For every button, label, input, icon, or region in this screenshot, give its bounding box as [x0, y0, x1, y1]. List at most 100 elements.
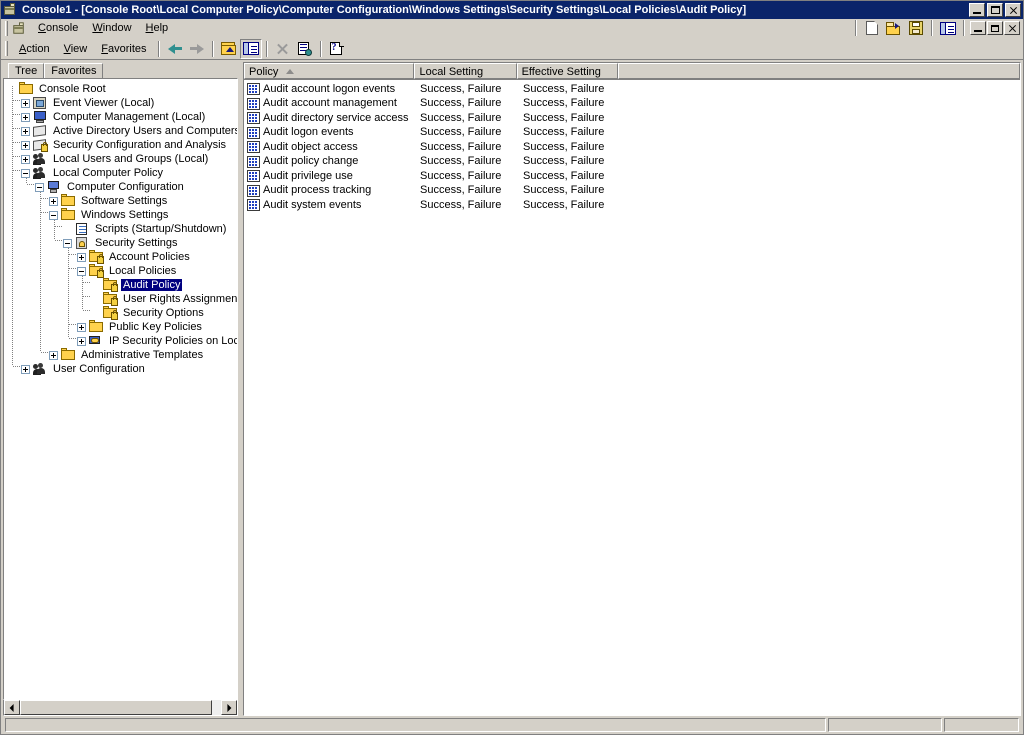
close-button[interactable] — [1005, 3, 1021, 17]
tree-pane-tabs: Tree Favorites — [3, 62, 238, 78]
collapse-minus-icon[interactable] — [63, 238, 72, 248]
tree-node[interactable]: Active Directory Users and Computers — [7, 124, 237, 138]
policy-row[interactable]: Audit privilege use Success, Failure Succe… — [244, 169, 1020, 184]
forward-icon[interactable] — [186, 39, 208, 59]
tree-node[interactable]: Software Settings — [7, 194, 237, 208]
tree-node[interactable]: Windows Settings — [7, 208, 237, 222]
properties-icon[interactable] — [294, 39, 316, 59]
tree-node-selected[interactable]: Audit Policy — [7, 278, 237, 292]
expand-plus-icon[interactable] — [21, 364, 30, 374]
tree-node[interactable]: Administrative Templates — [7, 348, 237, 362]
show-hide-tree-icon[interactable] — [239, 38, 262, 59]
tree-node[interactable]: Public Key Policies — [7, 320, 237, 334]
mdi-restore-button[interactable] — [987, 21, 1003, 35]
tree-node[interactable]: Account Policies — [7, 250, 237, 264]
tab-favorites[interactable]: Favorites — [44, 63, 104, 78]
tree-node[interactable]: Security Settings — [7, 236, 237, 250]
mmc-small-icon — [12, 21, 27, 36]
collapse-minus-icon[interactable] — [35, 182, 44, 192]
expand-plus-icon[interactable] — [77, 322, 86, 332]
column-header-effective-setting[interactable]: Effective Setting — [516, 63, 618, 79]
expand-plus-icon[interactable] — [21, 154, 30, 164]
show-hide-console-tree-icon[interactable] — [937, 18, 959, 38]
policy-row[interactable]: Audit logon events Success, Failure Succes… — [244, 126, 1020, 141]
collapse-minus-icon[interactable] — [77, 266, 86, 276]
column-header-local-setting[interactable]: Local Setting — [414, 63, 517, 79]
back-icon[interactable] — [164, 39, 186, 59]
open-console-icon[interactable] — [883, 18, 905, 38]
save-console-icon[interactable] — [905, 18, 927, 38]
scrollbar-thumb[interactable] — [20, 700, 212, 715]
expand-plus-icon[interactable] — [49, 196, 58, 206]
policy-list[interactable]: Audit account logon events Success, Failu… — [244, 80, 1020, 715]
expand-plus-icon[interactable] — [77, 252, 86, 262]
toolbar-favorites-menu[interactable]: Favorites — [94, 42, 153, 56]
split-panes: Tree Favorites Console Root Event Viewer … — [3, 62, 1021, 716]
toolbar-action-menu[interactable]: Action — [12, 42, 57, 56]
menu-window[interactable]: Window — [85, 20, 138, 36]
status-pane-secondary — [828, 718, 942, 732]
tree-node[interactable]: Local Policies — [7, 264, 237, 278]
policy-name: Audit account management — [263, 97, 397, 110]
tab-tree[interactable]: Tree — [8, 63, 45, 78]
new-console-icon[interactable] — [861, 18, 883, 38]
column-header-blank[interactable] — [617, 63, 1020, 79]
details-pane: Policy Local Setting Effective Setting Aud… — [243, 62, 1021, 716]
tree-node[interactable]: Computer Configuration — [7, 180, 237, 194]
mmc-console-window: Console1 - [Console Root\Local Computer … — [0, 0, 1024, 735]
collapse-minus-icon[interactable] — [49, 210, 58, 220]
collapse-minus-icon[interactable] — [21, 168, 30, 178]
toolbar-separator — [855, 20, 857, 36]
tree-node[interactable]: Security Options — [7, 306, 237, 320]
console-tree[interactable]: Console Root Event Viewer (Local) Computer… — [3, 78, 238, 700]
policy-name-cell: Audit privilege use — [244, 170, 416, 183]
scrollbar-track[interactable] — [20, 700, 221, 715]
mmc-console-icon — [3, 2, 19, 18]
list-column-headers: Policy Local Setting Effective Setting — [244, 63, 1020, 80]
tree-node-label: Local Users and Groups (Local) — [53, 153, 209, 165]
tree-node[interactable]: Event Viewer (Local) — [7, 96, 237, 110]
menu-right-area — [851, 18, 1023, 38]
policy-row[interactable]: Audit directory service access Success, F… — [244, 111, 1020, 126]
column-header-policy[interactable]: Policy — [244, 63, 415, 79]
tree-node[interactable]: IP Security Policies on Local Mach — [7, 334, 237, 348]
up-one-level-icon[interactable] — [218, 39, 240, 59]
tree-node[interactable]: Console Root — [7, 82, 237, 96]
tree-node[interactable]: User Configuration — [7, 362, 237, 376]
policy-row[interactable]: Audit object access Success, Failure Succe… — [244, 140, 1020, 155]
maximize-button[interactable] — [987, 3, 1003, 17]
mdi-minimize-button[interactable] — [970, 21, 986, 35]
tree-node[interactable]: Computer Management (Local) — [7, 110, 237, 124]
expand-plus-icon[interactable] — [21, 98, 30, 108]
menu-help[interactable]: Help — [139, 20, 176, 36]
expand-plus-icon[interactable] — [21, 112, 30, 122]
tree-node[interactable]: Security Configuration and Analysis — [7, 138, 237, 152]
menu-drag-grip[interactable] — [5, 20, 8, 36]
delete-icon[interactable] — [272, 39, 294, 59]
scroll-right-icon[interactable] — [221, 700, 237, 715]
expand-plus-icon[interactable] — [21, 140, 30, 150]
scroll-left-icon[interactable] — [4, 700, 20, 715]
policy-row[interactable]: Audit account logon events Success, Failu… — [244, 82, 1020, 97]
menu-console[interactable]: CConsoleonsole — [31, 20, 85, 36]
policy-row[interactable]: Audit account management Success, Failure… — [244, 97, 1020, 112]
tree-horizontal-scrollbar[interactable] — [3, 700, 238, 716]
expand-plus-icon[interactable] — [21, 126, 30, 136]
policy-row[interactable]: Audit policy change Success, Failure Succe… — [244, 155, 1020, 170]
expand-plus-icon[interactable] — [77, 336, 86, 346]
mdi-close-button[interactable] — [1004, 21, 1020, 35]
help-icon[interactable]: ? — [326, 39, 348, 59]
policy-setting-icon — [247, 184, 260, 197]
status-pane-tertiary — [944, 718, 1019, 732]
policy-row[interactable]: Audit system events Success, Failure Succe… — [244, 198, 1020, 213]
toolbar-view-menu[interactable]: View — [57, 42, 95, 56]
expand-plus-icon[interactable] — [49, 350, 58, 360]
tree-node[interactable]: Scripts (Startup/Shutdown) — [7, 222, 237, 236]
tree-node[interactable]: Local Computer Policy — [7, 166, 237, 180]
toolbar-drag-grip[interactable] — [5, 41, 8, 56]
folder-lock-icon — [88, 264, 104, 278]
tree-node[interactable]: Local Users and Groups (Local) — [7, 152, 237, 166]
policy-row[interactable]: Audit process tracking Success, Failure Su… — [244, 184, 1020, 199]
tree-node[interactable]: User Rights Assignment — [7, 292, 237, 306]
minimize-button[interactable] — [969, 3, 985, 17]
